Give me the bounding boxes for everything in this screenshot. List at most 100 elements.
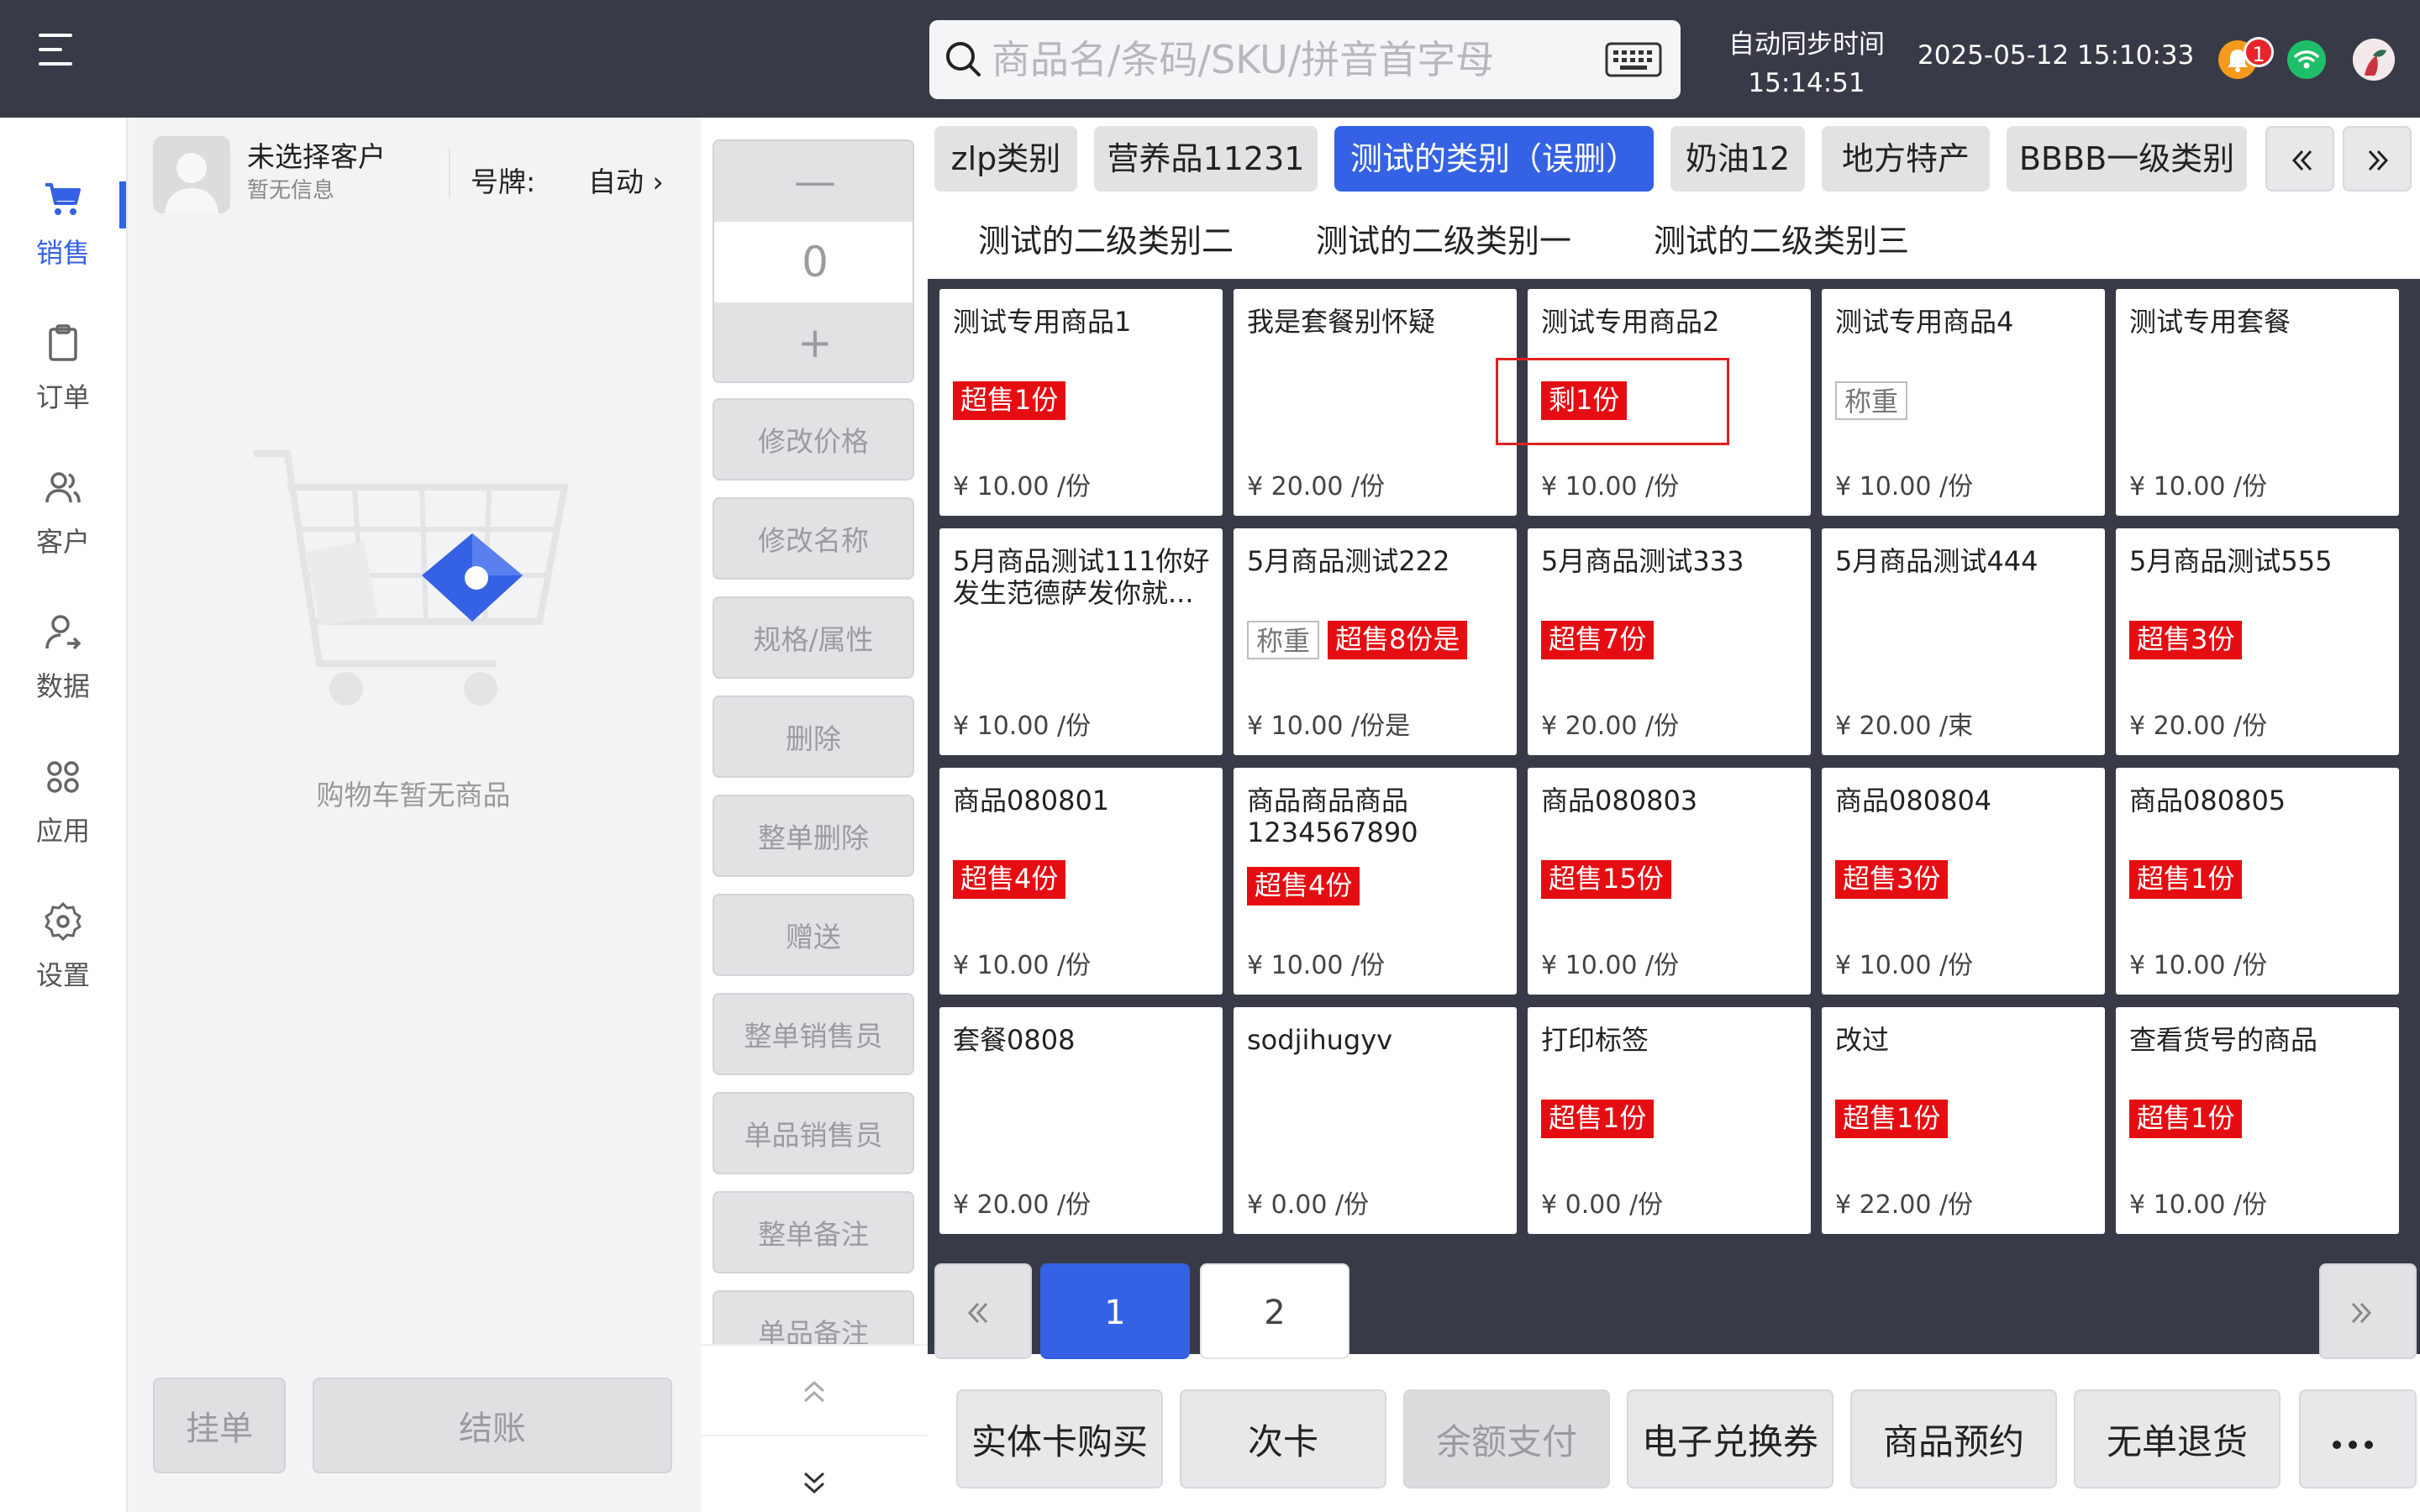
product-card[interactable]: 查看货号的商品 超售1份 ¥ 10.00 /份 — [2116, 1007, 2399, 1234]
stock-status-tag: 超售15份 — [1541, 860, 1671, 899]
product-name: 商品商品商品1234567890 — [1247, 785, 1418, 848]
product-card[interactable]: 商品080801 超售4份 ¥ 10.00 /份 — [939, 768, 1223, 995]
nav-item-customers[interactable]: 客户 — [0, 452, 126, 570]
product-tags: 超售1份 — [2129, 860, 2250, 900]
empty-cart-illustration — [254, 450, 569, 706]
hold-order-button[interactable]: 挂单 — [153, 1378, 286, 1473]
product-price: ¥ 22.00 /份 — [1835, 1190, 1974, 1220]
product-card[interactable]: sodjihugyv ¥ 0.00 /份 — [1234, 1007, 1517, 1234]
nav-item-settings[interactable]: 设置 — [0, 885, 126, 1003]
e-voucher-button[interactable]: 电子兑换券 — [1627, 1389, 1833, 1488]
category-tab[interactable]: 营养品11231 — [1094, 126, 1318, 192]
product-card[interactable]: 打印标签 超售1份 ¥ 0.00 /份 — [1528, 1007, 1811, 1234]
edit-price-button[interactable]: 修改价格 — [713, 398, 914, 480]
order-salesperson-button[interactable]: 整单销售员 — [713, 993, 914, 1075]
stock-status-tag: 超售8份是 — [1328, 621, 1468, 659]
order-note-button[interactable]: 整单备注 — [713, 1191, 914, 1273]
product-tags: 超售15份 — [1541, 860, 1680, 900]
checkout-button[interactable]: 结账 — [313, 1378, 672, 1473]
category-tab-active[interactable]: 测试的类别（误删） — [1334, 126, 1654, 192]
subcategory-tab[interactable]: 测试的二级类别三 — [1654, 215, 1909, 261]
page-number-1[interactable]: 1 — [1040, 1263, 1190, 1359]
gift-button[interactable]: 赠送 — [713, 894, 914, 976]
product-price: ¥ 10.00 /份 — [1541, 472, 1680, 501]
delete-button[interactable]: 删除 — [713, 696, 914, 778]
category-tab[interactable]: 地方特产 — [1822, 126, 1990, 192]
product-price: ¥ 10.00 /份 — [2129, 472, 2268, 501]
nav-item-orders[interactable]: 订单 — [0, 307, 126, 425]
search-box[interactable] — [929, 20, 1681, 99]
product-price: ¥ 10.00 /份 — [1835, 951, 1974, 980]
product-price: ¥ 10.00 /份 — [1247, 951, 1386, 980]
double-chevron-left-icon — [967, 1302, 988, 1324]
cart-panel: 未选择客户 暂无信息 号牌: 自动 › 购物车暂无商品 挂单 结账 — [128, 118, 699, 1512]
category-tab[interactable]: BBBB一级类别 — [2007, 126, 2247, 192]
customer-avatar[interactable] — [153, 136, 230, 213]
stock-status-tag: 超售1份 — [2129, 860, 2243, 899]
product-card[interactable]: 5月商品测试444 ¥ 20.00 /束 — [1822, 528, 2105, 755]
edit-name-button[interactable]: 修改名称 — [713, 497, 914, 580]
plate-selector[interactable]: 自动 › — [588, 160, 664, 200]
nav-item-apps[interactable]: 应用 — [0, 741, 126, 858]
product-card[interactable]: 商品080803 超售15份 ¥ 10.00 /份 — [1528, 768, 1811, 995]
stock-status-tag: 超售7份 — [1541, 621, 1655, 659]
sync-label: 自动同步时间 — [1728, 29, 1885, 60]
spec-attribute-button[interactable]: 规格/属性 — [713, 596, 914, 679]
page-next-button[interactable] — [2319, 1263, 2417, 1359]
customer-name[interactable]: 未选择客户 — [247, 134, 386, 175]
product-card[interactable]: 测试专用商品1 超售1份 ¥ 10.00 /份 — [939, 289, 1223, 516]
nav-active-indicator — [119, 181, 126, 228]
category-prev-button[interactable] — [2265, 126, 2334, 192]
return-without-order-button[interactable]: 无单退货 — [2074, 1389, 2281, 1488]
product-card[interactable]: 套餐0808 ¥ 20.00 /份 — [939, 1007, 1223, 1234]
product-price: ¥ 0.00 /份 — [1541, 1190, 1664, 1220]
quantity-value[interactable]: 0 — [714, 222, 913, 302]
product-name: 测试专用商品1 — [953, 306, 1132, 338]
more-button[interactable] — [2299, 1389, 2417, 1488]
category-tab[interactable]: zlp类别 — [934, 126, 1077, 192]
product-card[interactable]: 商品商品商品1234567890 超售4份 ¥ 10.00 /份 — [1234, 768, 1517, 995]
product-card[interactable]: 5月商品测试222 称重 超售8份是 ¥ 10.00 /份是 — [1234, 528, 1517, 755]
empty-cart-text: 购物车暂无商品 — [316, 779, 511, 811]
keyboard-icon[interactable] — [1605, 42, 1662, 77]
product-card[interactable]: 商品080804 超售3份 ¥ 10.00 /份 — [1822, 768, 2105, 995]
product-card[interactable]: 5月商品测试333 超售7份 ¥ 20.00 /份 — [1528, 528, 1811, 755]
product-name: 查看货号的商品 — [2129, 1024, 2318, 1056]
product-price: ¥ 10.00 /份 — [953, 472, 1092, 501]
user-avatar[interactable] — [2353, 39, 2395, 81]
nav-item-sales[interactable]: 销售 — [0, 163, 126, 281]
category-next-button[interactable] — [2343, 126, 2412, 192]
product-card[interactable]: 改过 超售1份 ¥ 22.00 /份 — [1822, 1007, 2105, 1234]
category-tab[interactable]: 奶油12 — [1670, 126, 1805, 192]
product-card[interactable]: 商品080805 超售1份 ¥ 10.00 /份 — [2116, 768, 2399, 995]
nav-label-apps: 应用 — [35, 815, 90, 847]
product-card[interactable]: 测试专用商品4 称重 ¥ 10.00 /份 — [1822, 289, 2105, 516]
product-reservation-button[interactable]: 商品预约 — [1850, 1389, 2057, 1488]
product-card[interactable]: 5月商品测试555 超售3份 ¥ 20.00 /份 — [2116, 528, 2399, 755]
subcategory-tab[interactable]: 测试的二级类别一 — [1316, 215, 1571, 261]
punch-card-button[interactable]: 次卡 — [1180, 1389, 1386, 1488]
quantity-plus-button[interactable]: + — [714, 302, 913, 381]
product-price: ¥ 10.00 /份 — [1541, 951, 1680, 980]
nav-label-sales: 销售 — [35, 237, 90, 269]
product-card[interactable]: 5月商品测试111你好发生范德萨发你就... ¥ 10.00 /份 — [939, 528, 1223, 755]
nav-item-data[interactable]: 数据 — [0, 596, 126, 714]
product-price: ¥ 20.00 /份 — [1541, 711, 1680, 741]
quantity-minus-button[interactable]: — — [714, 141, 913, 222]
scroll-up-button[interactable] — [701, 1344, 928, 1435]
page-prev-button[interactable] — [934, 1263, 1032, 1359]
product-card[interactable]: 我是套餐别怀疑 ¥ 20.00 /份 — [1234, 289, 1517, 516]
scroll-down-button[interactable] — [701, 1435, 928, 1512]
product-card[interactable]: 测试专用套餐 ¥ 10.00 /份 — [2116, 289, 2399, 516]
item-salesperson-button[interactable]: 单品销售员 — [713, 1092, 914, 1174]
balance-pay-button[interactable]: 余额支付 — [1403, 1389, 1610, 1488]
gear-icon — [45, 901, 82, 942]
search-input[interactable] — [992, 32, 1580, 87]
product-tags: 超售4份 — [1247, 867, 1368, 907]
page-number-2[interactable]: 2 — [1200, 1263, 1349, 1359]
physical-card-button[interactable]: 实体卡购买 — [956, 1389, 1163, 1488]
menu-icon[interactable] — [39, 34, 76, 67]
subcategory-tab[interactable]: 测试的二级类别二 — [978, 215, 1234, 261]
delete-all-button[interactable]: 整单删除 — [713, 795, 914, 877]
stock-status-tag: 超售3份 — [1835, 860, 1949, 899]
